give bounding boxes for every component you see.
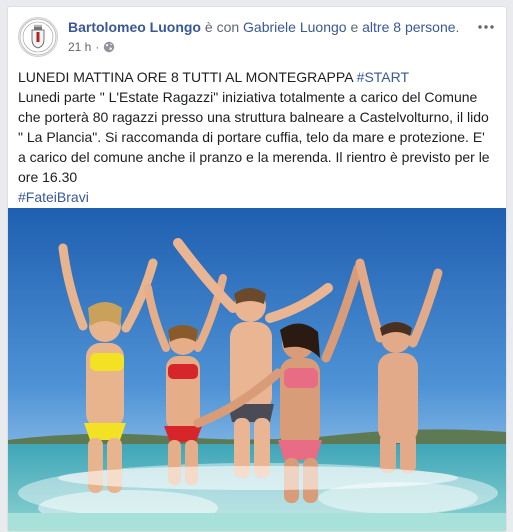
and-text: e [346, 19, 363, 35]
post-attribution: Bartolomeo Luongo è con Gabriele Luongo … [68, 19, 459, 35]
post-card: Bartolomeo Luongo è con Gabriele Luongo … [7, 6, 507, 532]
more-options-icon[interactable] [476, 17, 496, 37]
post-heading: LUNEDI MATTINA ORE 8 TUTTI AL MONTEGRAPP… [18, 69, 357, 85]
author-name[interactable]: Bartolomeo Luongo [68, 19, 201, 35]
post-timestamp[interactable]: 21 h [68, 40, 91, 54]
municipal-crest-icon [19, 18, 57, 56]
beach-photo-image [8, 208, 506, 531]
post-header: Bartolomeo Luongo è con Gabriele Luongo … [18, 17, 496, 59]
period-text: . [455, 19, 460, 35]
globe-icon[interactable] [103, 41, 115, 53]
avatar[interactable] [18, 17, 58, 57]
meta-separator: · [95, 40, 100, 54]
post-body: LUNEDI MATTINA ORE 8 TUTTI AL MONTEGRAPP… [18, 67, 496, 207]
post-meta: 21 h · [68, 40, 115, 54]
post-body-text: Lunedi parte " L'Estate Ragazzi" iniziat… [18, 89, 490, 185]
tagged-person[interactable]: Gabriele Luongo [243, 19, 347, 35]
with-text: è con [201, 19, 244, 35]
others-link[interactable]: altre 8 persone [362, 19, 455, 35]
post-photo[interactable] [8, 208, 506, 531]
hashtag-start[interactable]: #START [357, 69, 409, 85]
hashtag-fateibravi[interactable]: #FateiBravi [18, 189, 89, 205]
